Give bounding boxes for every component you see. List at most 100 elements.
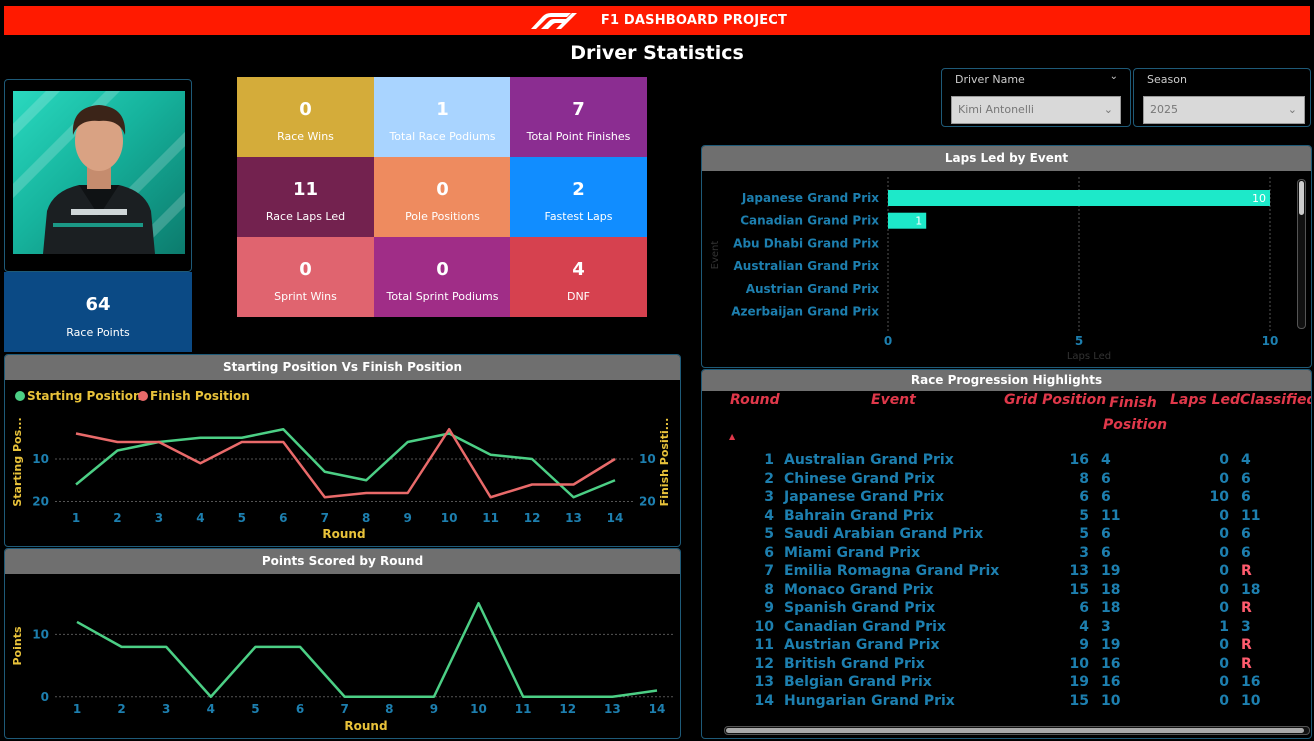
cell-classified: 6 [1241,526,1251,542]
y-axis-label: Event [710,241,721,270]
cell-event: Austrian Grand Prix [784,637,940,653]
kpi-value: 0 [436,179,449,200]
cell-round: 2 [764,470,774,487]
driver-name-dropdown[interactable]: Kimi Antonelli ⌄ [951,96,1121,124]
cell-grid: 13 [1069,563,1089,579]
x-tick-label: 10 [1262,334,1279,348]
chevron-down-icon[interactable]: ⌄ [1110,71,1118,82]
category-label: Austrian Grand Prix [746,282,880,296]
column-header-finish-position[interactable]: Finish Position [1103,392,1167,436]
cell-round: 14 [754,692,774,709]
x-tick-label: 7 [341,702,349,716]
cell-laps: 0 [1219,452,1229,468]
cell-classified: R [1241,637,1252,653]
table-row[interactable]: 3 Japanese Grand Prix 6 6 10 6 [702,489,1311,508]
kpi-value: 0 [299,99,312,120]
cell-event: Chinese Grand Prix [784,470,935,487]
cell-round: 13 [754,674,774,690]
panel-title: Points Scored by Round [5,549,680,574]
sort-ascending-icon[interactable]: ▲ [729,432,735,441]
table-row[interactable]: 9 Spanish Grand Prix 6 18 0 R [702,600,1311,619]
cell-laps: 0 [1219,544,1229,561]
kpi-sprint-wins: 0 Sprint Wins [237,237,374,317]
cell-classified: 6 [1241,544,1251,561]
column-header-classified[interactable]: Classified [1240,392,1311,408]
season-dropdown[interactable]: 2025 ⌄ [1143,96,1305,124]
cell-event: Emilia Romagna Grand Prix [784,563,1000,579]
category-label: Azerbaijan Grand Prix [731,305,879,319]
series-line [75,428,616,499]
kpi-label: Sprint Wins [274,290,337,303]
cell-round: 7 [764,563,774,579]
cell-classified: 16 [1241,674,1261,690]
column-header-grid-position[interactable]: Grid Position [1004,392,1106,408]
panel-title: Race Progression Highlights [702,370,1311,391]
x-tick-label: 5 [251,702,259,716]
kpi-label: Pole Positions [405,210,480,223]
x-axis-label: Round [344,719,387,733]
y-right-tick-label: 20 [639,495,656,509]
x-axis-label: Laps Led [1067,351,1111,362]
cell-finish: 19 [1101,563,1121,579]
cell-classified: 10 [1241,692,1261,709]
race-points-label: Race Points [66,326,130,339]
cell-finish: 18 [1101,581,1121,598]
column-header-event[interactable]: Event [871,392,916,408]
cell-event: Miami Grand Prix [784,544,921,561]
series-line [75,428,616,499]
kpi-label: Total Point Finishes [526,130,631,143]
x-tick-label: 4 [196,511,204,525]
x-tick-label: 5 [238,511,246,525]
cell-laps: 1 [1219,618,1229,635]
cell-classified: 6 [1241,470,1251,487]
column-header-laps-led[interactable]: Laps Led [1170,392,1240,408]
cell-grid: 19 [1069,674,1089,690]
cell-classified: 3 [1241,618,1251,635]
cell-finish: 6 [1101,470,1111,487]
horizontal-scrollbar[interactable] [724,726,1310,735]
scrollbar[interactable] [1297,179,1306,329]
kpi-value: 2 [572,179,585,200]
cell-event: Hungarian Grand Prix [784,692,955,709]
table-row[interactable]: 1 Australian Grand Prix 16 4 0 4 [702,452,1311,471]
cell-finish: 16 [1101,655,1121,672]
table-row[interactable]: 12 British Grand Prix 10 16 0 R [702,656,1311,675]
cell-classified: 4 [1241,452,1251,468]
table-row[interactable]: 7 Emilia Romagna Grand Prix 13 19 0 R [702,563,1311,582]
cell-grid: 3 [1079,544,1089,561]
category-label: Canadian Grand Prix [740,214,879,228]
kpi-value: 0 [299,259,312,280]
kpi-total-point-finishes: 7 Total Point Finishes [510,77,647,157]
table-row[interactable]: 10 Canadian Grand Prix 4 3 1 3 [702,619,1311,638]
cell-round: 4 [764,507,774,524]
y-axis-label: Points [11,626,24,665]
season-value: 2025 [1150,103,1178,116]
legend-marker [138,391,148,401]
kpi-value: 7 [572,99,585,120]
cell-classified: 18 [1241,581,1261,598]
cell-finish: 6 [1101,526,1111,542]
kpi-label: Total Sprint Podiums [386,290,499,303]
table-row[interactable]: 13 Belgian Grand Prix 19 16 0 16 [702,674,1311,693]
x-tick-label: 0 [884,334,892,348]
table-row[interactable]: 14 Hungarian Grand Prix 15 10 0 10 [702,693,1311,712]
table-row[interactable]: 11 Austrian Grand Prix 9 19 0 R [702,637,1311,656]
table-row[interactable]: 2 Chinese Grand Prix 8 6 0 6 [702,471,1311,490]
kpi-value: 1 [436,99,449,120]
table-row[interactable]: 4 Bahrain Grand Prix 5 11 0 11 [702,508,1311,527]
category-label: Abu Dhabi Grand Prix [733,236,879,250]
table-row[interactable]: 8 Monaco Grand Prix 15 18 0 18 [702,582,1311,601]
kpi-label: DNF [566,290,591,303]
x-tick-label: 5 [1075,334,1083,348]
progression-panel: Race Progression Highlights Round Event … [701,369,1312,739]
y-axis-label: Starting Pos... [11,417,24,506]
table-row[interactable]: 6 Miami Grand Prix 3 6 0 6 [702,545,1311,564]
cell-event: Australian Grand Prix [784,452,954,468]
f1-logo-icon [530,12,577,29]
table-row[interactable]: 5 Saudi Arabian Grand Prix 5 6 0 6 [702,526,1311,545]
x-tick-label: 12 [524,511,541,525]
cell-finish: 6 [1101,489,1111,505]
column-header-round[interactable]: Round [730,392,780,408]
panel-title: Starting Position Vs Finish Position [5,355,680,380]
cell-grid: 5 [1079,507,1089,524]
